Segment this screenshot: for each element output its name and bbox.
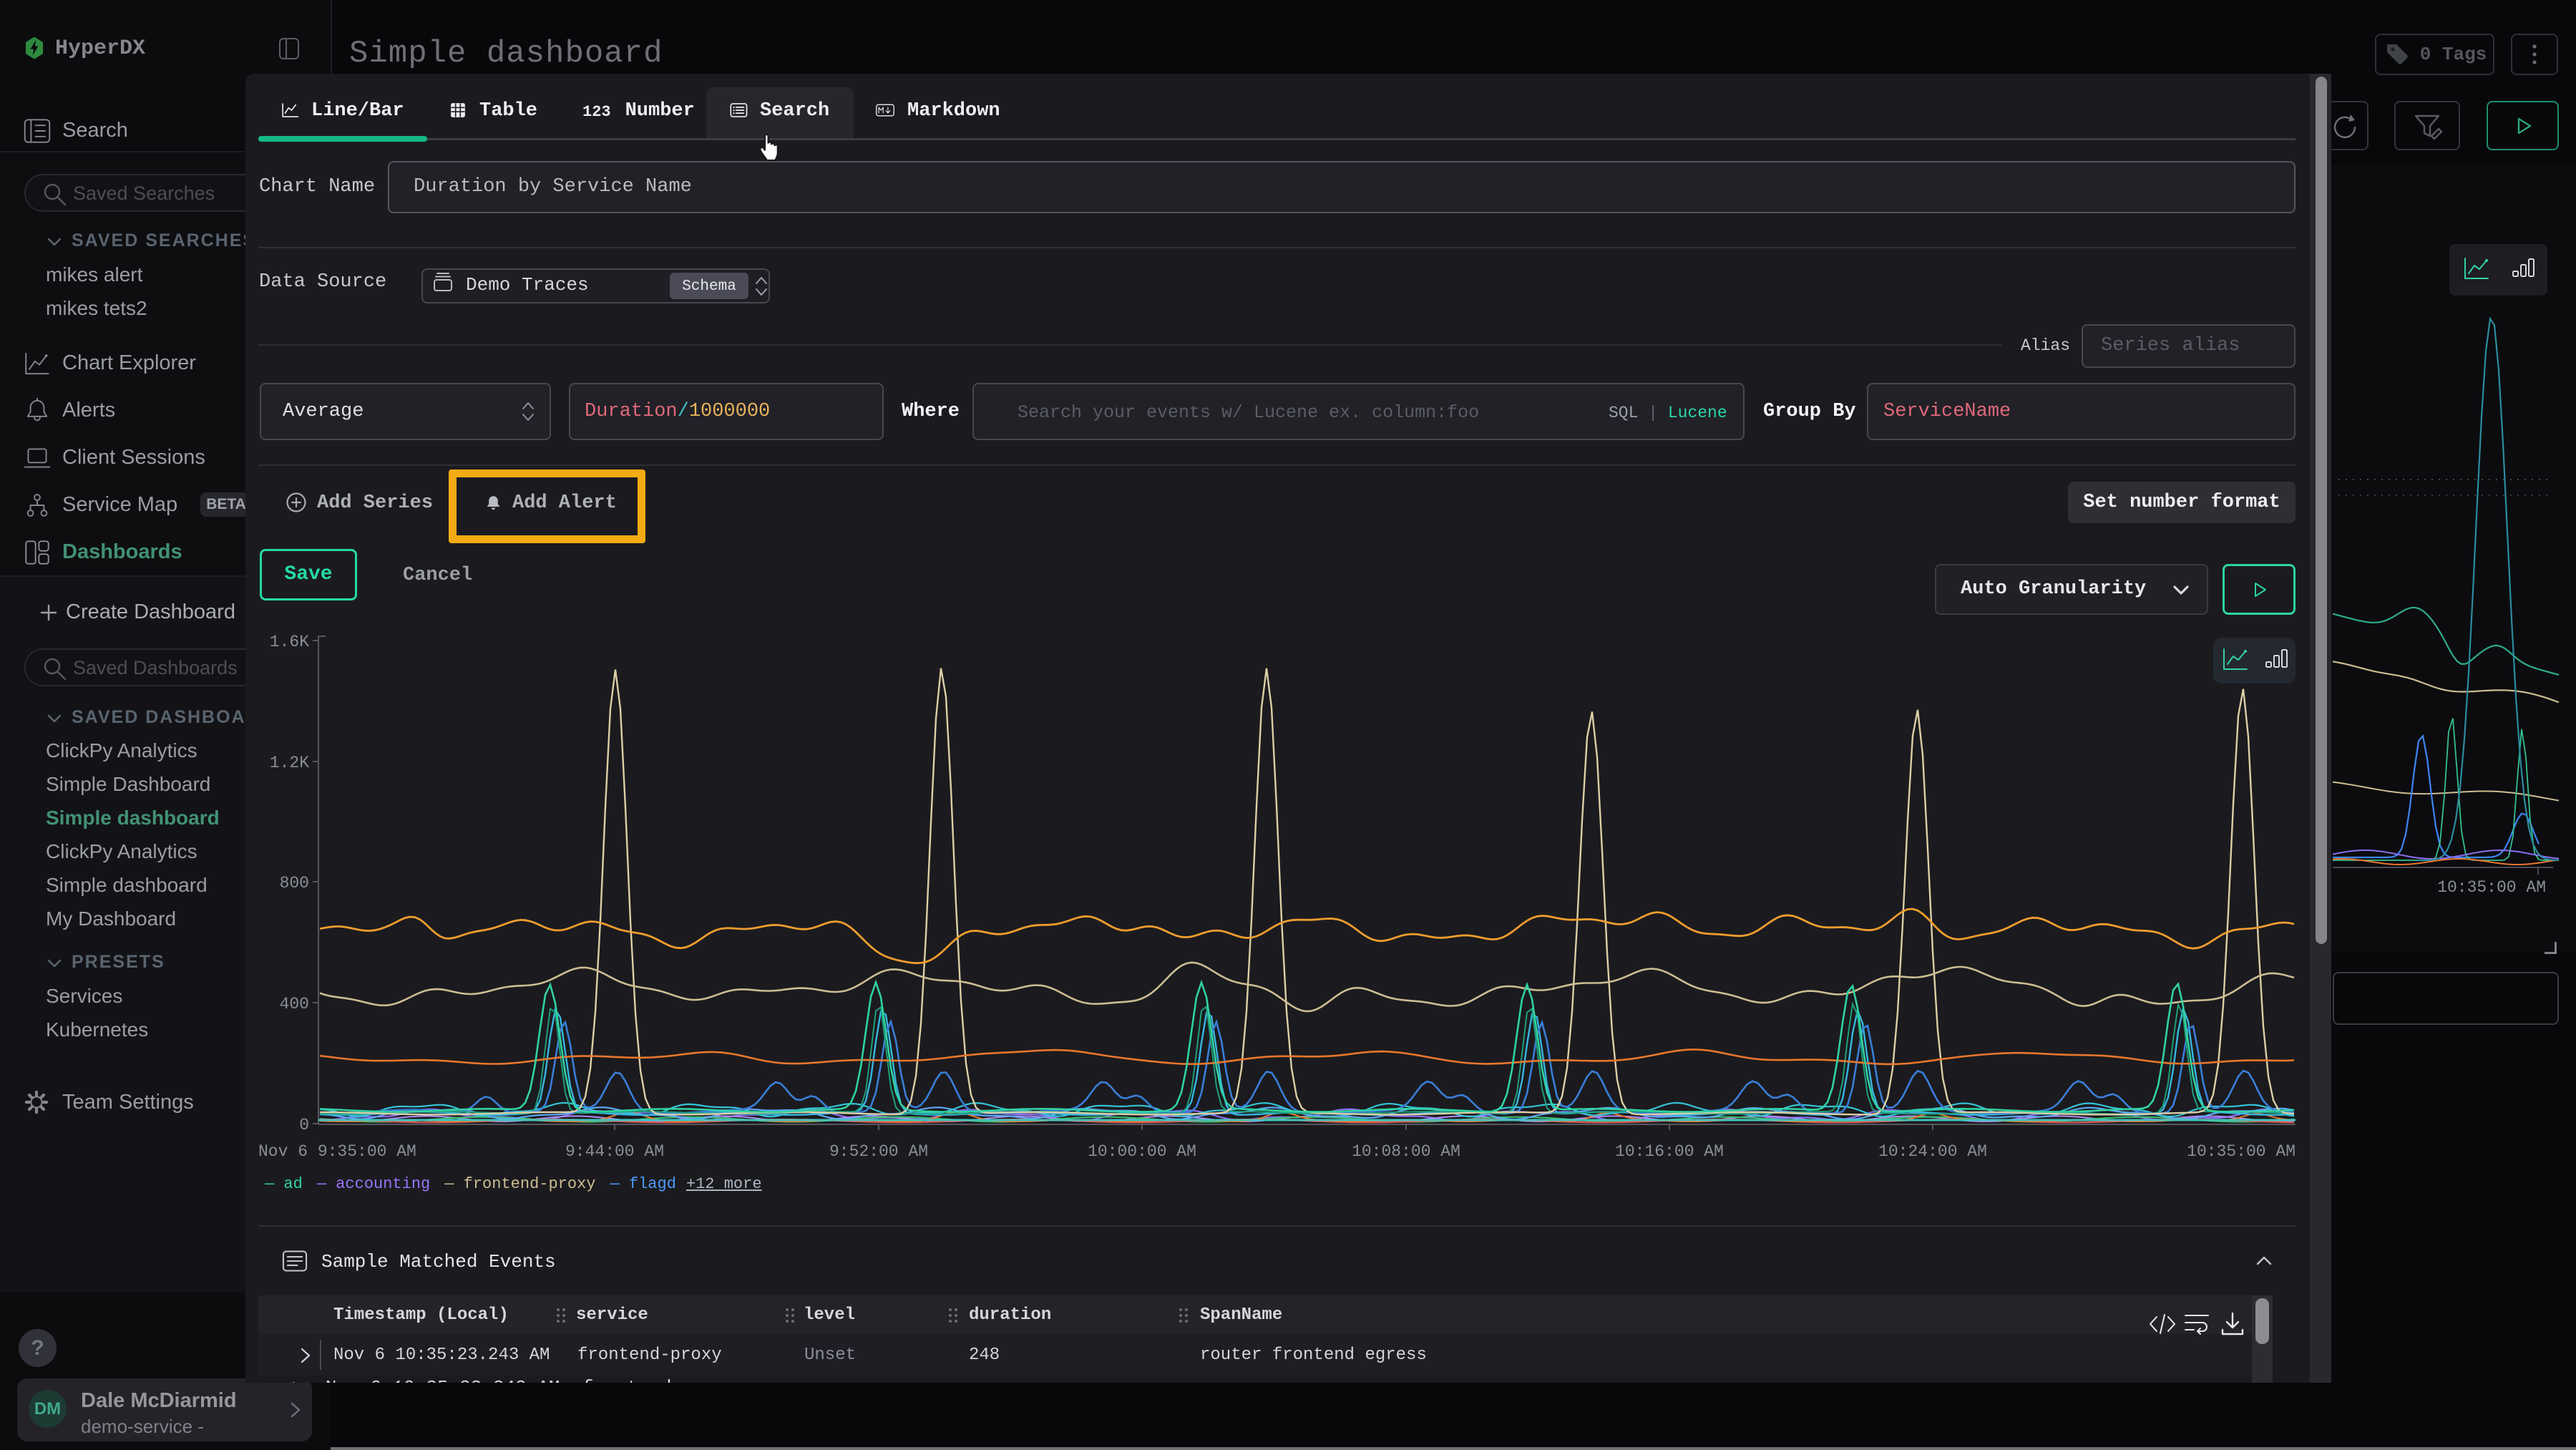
svg-text:1.2K: 1.2K [270, 754, 309, 772]
svg-text:10:00:00 AM: 10:00:00 AM [1088, 1142, 1196, 1161]
svg-text:Nov 6 9:35:00 AM: Nov 6 9:35:00 AM [258, 1142, 416, 1161]
svg-text:800: 800 [280, 874, 309, 892]
svg-text:0: 0 [299, 1116, 309, 1134]
svg-text:10:24:00 AM: 10:24:00 AM [1878, 1142, 1987, 1161]
svg-text:10:35:00 AM: 10:35:00 AM [2187, 1142, 2296, 1161]
svg-text:10:08:00 AM: 10:08:00 AM [1352, 1142, 1460, 1161]
svg-text:10:35:00 AM: 10:35:00 AM [2437, 878, 2546, 897]
svg-text:400: 400 [280, 995, 309, 1013]
svg-text:9:52:00 AM: 9:52:00 AM [829, 1142, 928, 1161]
svg-text:1.6K: 1.6K [270, 633, 309, 651]
svg-text:10:16:00 AM: 10:16:00 AM [1615, 1142, 1724, 1161]
svg-text:9:44:00 AM: 9:44:00 AM [565, 1142, 664, 1161]
